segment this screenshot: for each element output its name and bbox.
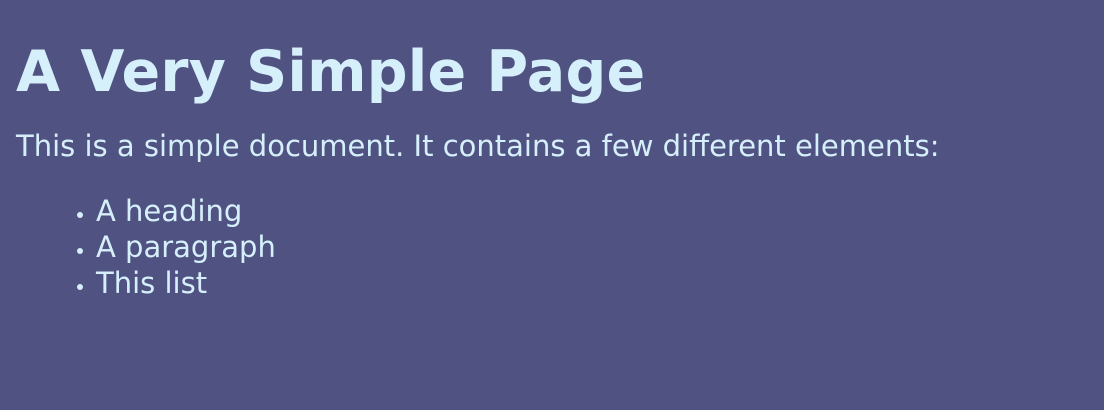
list-item: A heading	[96, 193, 1088, 229]
page-content: A Very Simple Page This is a simple docu…	[0, 0, 1104, 301]
intro-paragraph: This is a simple document. It contains a…	[16, 129, 940, 164]
list-item: This list	[96, 265, 1088, 301]
element-list: A heading A paragraph This list	[16, 193, 1088, 301]
list-item: A paragraph	[96, 229, 1088, 265]
page-title: A Very Simple Page	[16, 39, 646, 105]
